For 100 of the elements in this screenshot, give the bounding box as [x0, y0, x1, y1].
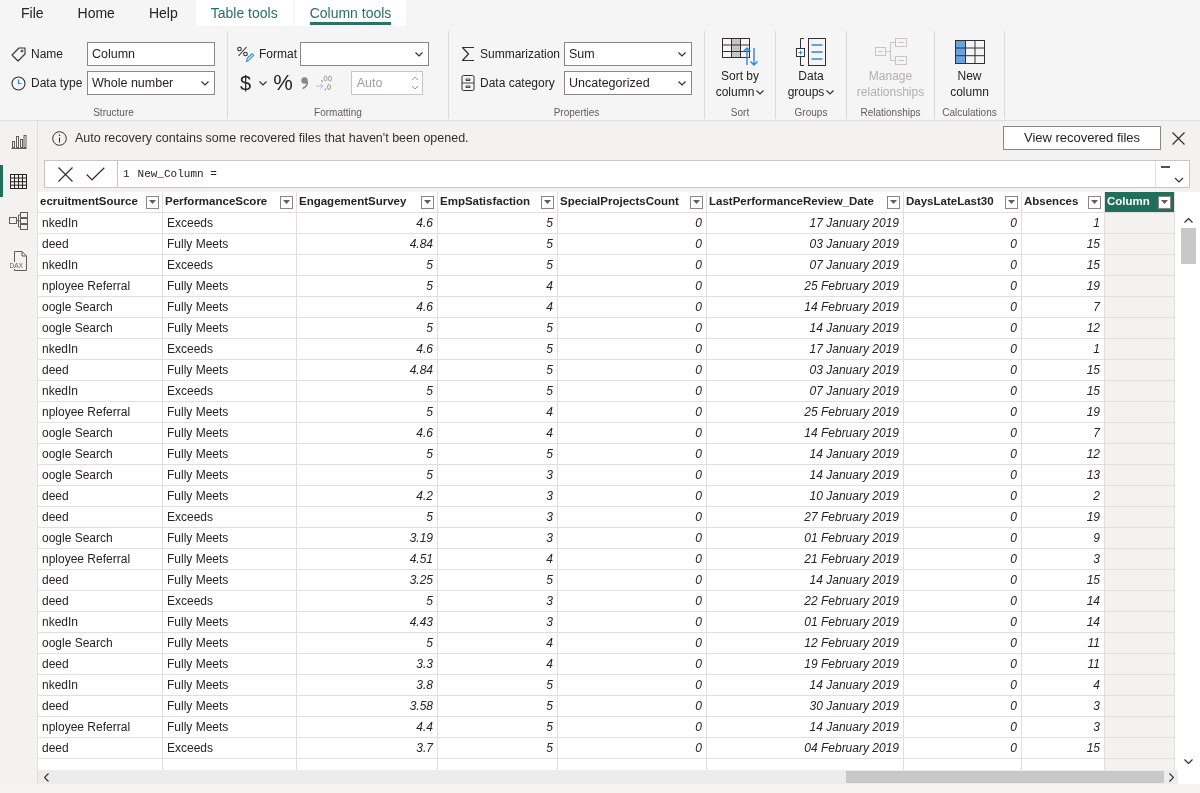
percent-button[interactable]: %: [271, 71, 295, 95]
filter-dropdown-button[interactable]: [280, 195, 293, 209]
format-dropdown[interactable]: [300, 42, 429, 66]
table-cell: 4.43: [297, 612, 438, 632]
column-header[interactable]: Absences: [1022, 192, 1105, 212]
table-cell: nkedIn: [38, 675, 163, 695]
summarization-dropdown[interactable]: Sum: [564, 42, 692, 66]
view-recovered-files-button[interactable]: View recovered files: [1003, 126, 1161, 150]
table-cell: 4: [438, 423, 558, 443]
table-cell: oogle Search: [38, 465, 163, 485]
table-cell: 0: [558, 213, 707, 233]
ribbon-tab[interactable]: Table tools: [195, 0, 293, 26]
table-cell: 4.6: [297, 297, 438, 317]
table-cell: 5: [438, 570, 558, 590]
name-input[interactable]: Column: [87, 42, 215, 66]
field-label: Format: [259, 46, 297, 63]
chevron-right-icon[interactable]: [1169, 772, 1174, 782]
table-cell: 0: [558, 297, 707, 317]
data-type-dropdown[interactable]: Whole number: [87, 71, 215, 95]
column-header[interactable]: SpecialProjectsCount: [558, 192, 707, 212]
column-header[interactable]: DaysLateLast30: [904, 192, 1022, 212]
column-header[interactable]: PerformanceScore: [163, 192, 297, 212]
table-cell: 4: [438, 549, 558, 569]
table-cell: 0: [904, 486, 1022, 506]
table-cell: 30 January 2019: [707, 696, 904, 716]
table-cell: Exceeds: [163, 591, 297, 611]
table-cell: oogle Search: [38, 444, 163, 464]
formula-text: New_Column =: [137, 166, 217, 182]
table-cell: 0: [558, 465, 707, 485]
filter-dropdown-button[interactable]: [1088, 195, 1101, 209]
horizontal-scrollbar[interactable]: [38, 770, 1178, 784]
ribbon-command-button[interactable]: Sort by column: [713, 36, 767, 100]
table-cell: deed: [38, 507, 163, 527]
table-cell: 0: [904, 234, 1022, 254]
filter-dropdown-button[interactable]: [421, 195, 434, 209]
ribbon-command-button[interactable]: Data groups: [785, 36, 837, 100]
column-header[interactable]: EngagementSurvey: [297, 192, 438, 212]
filter-dropdown-button[interactable]: [887, 195, 900, 209]
data-category-dropdown[interactable]: Uncategorized: [564, 71, 692, 95]
table-cell: 0: [558, 360, 707, 380]
currency-button[interactable]: $: [236, 71, 270, 95]
grouped-list-icon: [796, 38, 826, 66]
table-cell: 27 February 2019: [707, 507, 904, 527]
group-label: Calculations: [942, 106, 997, 120]
filter-dropdown-button[interactable]: [1005, 195, 1018, 209]
formula-field[interactable]: 1 New_Column =: [118, 160, 1190, 188]
table-cell: 0: [558, 339, 707, 359]
table-cell: Fully Meets: [163, 549, 297, 569]
group-label: Structure: [93, 106, 134, 120]
caret-down-icon: [149, 200, 156, 204]
caret-down-icon: [890, 200, 897, 204]
table-cell: 14 February 2019: [707, 423, 904, 443]
table-cell: 4.84: [297, 234, 438, 254]
column-header[interactable]: LastPerformanceReview_Date: [707, 192, 904, 212]
column-header[interactable]: ecruitmentSource: [38, 192, 163, 212]
filter-dropdown-button[interactable]: [146, 195, 159, 209]
scrollbar-thumb[interactable]: [846, 771, 1164, 783]
table-cell: 17 January 2019: [707, 339, 904, 359]
filter-dropdown-button[interactable]: [541, 195, 554, 209]
table-cell: 0: [904, 255, 1022, 275]
cross-icon[interactable]: [57, 166, 73, 182]
table-cell: Fully Meets: [163, 360, 297, 380]
ribbon-tab[interactable]: Column tools: [294, 0, 407, 26]
table-cell: 0: [904, 381, 1022, 401]
table-cell: nkedIn: [38, 213, 163, 233]
table-cell: 3: [438, 486, 558, 506]
ribbon-tab[interactable]: File: [5, 0, 60, 26]
table-cell: 3.19: [297, 528, 438, 548]
caret-down-icon: [283, 200, 290, 204]
check-icon[interactable]: [85, 167, 105, 181]
table-cell: Exceeds: [163, 213, 297, 233]
comma-icon[interactable]: [300, 77, 308, 89]
ribbon-tab[interactable]: Help: [132, 0, 194, 26]
column-header[interactable]: Column: [1105, 192, 1175, 212]
close-icon[interactable]: [1172, 131, 1185, 145]
filter-dropdown-button[interactable]: [1158, 195, 1171, 209]
table-cell: 0: [904, 528, 1022, 548]
table-cell: 0: [904, 360, 1022, 380]
chevron-up-icon[interactable]: [1183, 218, 1193, 223]
column-header[interactable]: EmpSatisfaction: [438, 192, 558, 212]
table-cell: Fully Meets: [163, 444, 297, 464]
table-cell: 01 February 2019: [707, 528, 904, 548]
chevron-down-icon[interactable]: [1183, 759, 1193, 764]
table-cell: 14 January 2019: [707, 570, 904, 590]
ribbon-tab[interactable]: Home: [61, 0, 131, 26]
table-cell: 0: [558, 738, 707, 758]
table-cell: 3: [438, 465, 558, 485]
table-cell: Fully Meets: [163, 675, 297, 695]
table-cell: deed: [38, 591, 163, 611]
table-cell: 0: [558, 675, 707, 695]
table-cell: 0: [904, 402, 1022, 422]
table-cell: 0: [904, 423, 1022, 443]
scrollbar-thumb[interactable]: [1180, 228, 1196, 264]
table-cell: 5: [297, 276, 438, 296]
filter-dropdown-button[interactable]: [690, 195, 703, 209]
group-label: Relationships: [860, 106, 921, 120]
table-cell: 3: [438, 528, 558, 548]
chevron-left-icon[interactable]: [44, 772, 49, 782]
table-cell: nployee Referral: [38, 276, 163, 296]
ribbon-command-button[interactable]: New column: [948, 36, 991, 100]
